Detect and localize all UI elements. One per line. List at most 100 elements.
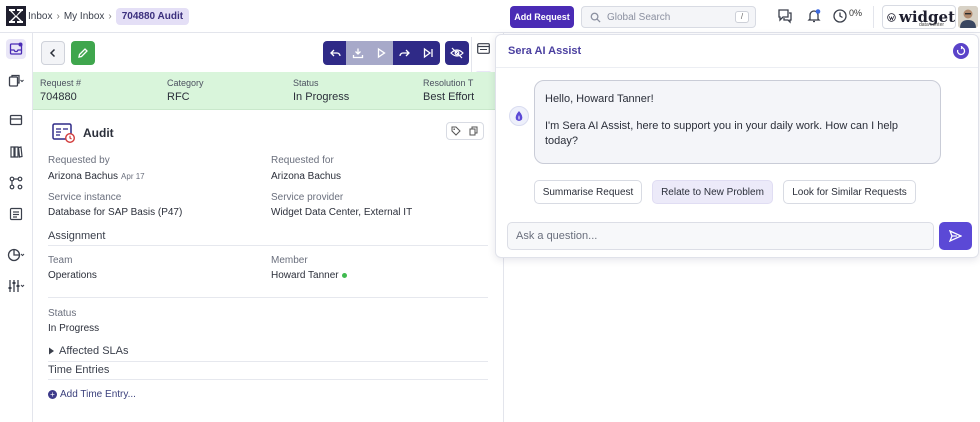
divider (48, 361, 488, 362)
requested-for-value[interactable]: Arizona Bachus (271, 171, 341, 182)
add-request-button[interactable]: Add Request (510, 6, 574, 28)
add-time-entry-link[interactable]: + Add Time Entry... (48, 389, 136, 400)
summary-request-value: 704880 (40, 91, 77, 103)
rail-list[interactable] (6, 204, 26, 224)
sera-message-bubble: Hello, Howard Tanner! I'm Sera AI Assist… (534, 80, 941, 164)
chevron-left-icon (49, 48, 56, 58)
service-instance-value[interactable]: Database for SAP Basis (P47) (48, 207, 182, 218)
status-label: Status (48, 308, 77, 319)
rail-inbox[interactable] (6, 39, 26, 59)
time-entries-heading: Time Entries (48, 364, 110, 376)
forward-button[interactable] (393, 41, 416, 65)
left-nav-rail (0, 33, 33, 422)
copy-icon (469, 126, 478, 136)
requested-date: Apr 17 (121, 172, 145, 181)
breadcrumb-my-inbox[interactable]: My Inbox (64, 11, 105, 22)
forward-icon (399, 49, 410, 57)
send-icon (949, 230, 962, 242)
request-actions-toolbar (323, 41, 440, 65)
breadcrumb-current-ticket[interactable]: 704880 Audit (115, 7, 190, 25)
request-title: Audit (83, 126, 114, 140)
ask-question-input[interactable] (508, 223, 933, 249)
import-button[interactable] (346, 41, 370, 65)
copy-button[interactable] (465, 123, 483, 139)
chevron-right-icon: › (56, 10, 60, 22)
progress-percent: 0% (849, 8, 863, 18)
edit-button[interactable] (71, 41, 95, 65)
workflow-icon (9, 176, 23, 190)
summary-status-label: Status (293, 78, 319, 88)
search-shortcut-key: / (735, 11, 749, 23)
rail-workflow[interactable] (6, 173, 26, 193)
team-value[interactable]: Operations (48, 270, 97, 281)
refresh-icon (956, 46, 966, 56)
sliders-icon (8, 280, 25, 292)
summary-status: Status In Progress (293, 78, 349, 103)
rail-settings[interactable] (6, 276, 26, 296)
sera-refresh-button[interactable] (953, 43, 969, 59)
download-tray-icon (352, 48, 364, 59)
chip-relate-to-new-problem[interactable]: Relate to New Problem (652, 180, 773, 204)
clock-icon[interactable] (832, 8, 848, 24)
summary-request-number: Request # 704880 (40, 78, 81, 103)
search-icon (590, 12, 601, 23)
sera-header: Sera AI Assist (496, 35, 978, 68)
summary-status-value: In Progress (293, 91, 350, 103)
eye-off-icon (450, 47, 464, 59)
chat-icon[interactable] (777, 8, 793, 24)
summary-resolution-label: Resolution T (423, 78, 474, 88)
copy-icon (8, 74, 24, 87)
send-button[interactable] (939, 222, 972, 250)
tag-icon (451, 126, 461, 136)
breadcrumb: Inbox › My Inbox › 704880 Audit (28, 7, 190, 25)
reply-button[interactable] (323, 41, 346, 65)
title-actions (446, 122, 484, 140)
play-icon (378, 47, 387, 59)
rail-cards[interactable] (6, 110, 26, 130)
sera-ai-icon (515, 110, 523, 121)
sera-intro: I'm Sera AI Assist, here to support you … (545, 120, 899, 147)
top-bar: Inbox › My Inbox › 704880 Audit Add Requ… (0, 0, 980, 33)
back-button[interactable] (41, 41, 65, 65)
brand-subtitle: data center (919, 22, 945, 28)
rail-requests[interactable] (6, 71, 26, 91)
request-detail: Audit Requested by Arizona Bachus Apr 17 … (33, 111, 503, 422)
sera-greeting: Hello, Howard Tanner! (545, 93, 654, 105)
bell-icon[interactable] (806, 8, 822, 24)
chip-summarise-request[interactable]: Summarise Request (534, 180, 642, 204)
pencil-icon (78, 48, 88, 58)
summary-category-value: RFC (167, 91, 190, 103)
caret-right-icon (49, 347, 54, 355)
app-logo[interactable] (6, 6, 26, 26)
hide-button[interactable] (445, 41, 469, 65)
affected-slas-label: Affected SLAs (59, 345, 129, 357)
rail-knowledge[interactable] (6, 142, 26, 162)
chip-look-for-similar-requests[interactable]: Look for Similar Requests (783, 180, 916, 204)
divider (48, 379, 488, 380)
service-instance-label: Service instance (48, 192, 122, 203)
rail-reports[interactable] (6, 245, 26, 265)
cards-icon (9, 114, 23, 126)
breadcrumb-inbox[interactable]: Inbox (28, 11, 52, 22)
book-icon (10, 146, 23, 158)
tab-details[interactable] (475, 40, 492, 57)
service-provider-value[interactable]: Widget Data Center, External IT (271, 207, 412, 218)
skip-end-button[interactable] (417, 41, 440, 65)
audit-icon (52, 123, 76, 144)
sera-bot-avatar (509, 106, 529, 126)
affected-slas-toggle[interactable]: Affected SLAs (48, 345, 129, 357)
requested-for-label: Requested for (271, 155, 334, 166)
tag-button[interactable] (447, 123, 465, 139)
global-search-input[interactable]: Global Search / (581, 6, 756, 28)
plus-circle-icon: + (48, 390, 57, 399)
ask-question-field[interactable] (507, 222, 934, 250)
list-icon (9, 207, 23, 221)
play-button[interactable] (369, 41, 394, 65)
add-time-entry-label: Add Time Entry... (60, 389, 136, 400)
summary-resolution: Resolution T Best Effort (423, 78, 474, 103)
requested-by-name[interactable]: Arizona Bachus (48, 171, 118, 182)
member-name[interactable]: Howard Tanner (271, 270, 339, 281)
user-avatar[interactable] (958, 6, 978, 28)
sera-ai-panel: Sera AI Assist Hello, Howard Tanner! I'm… (495, 34, 979, 258)
service-provider-label: Service provider (271, 192, 344, 203)
